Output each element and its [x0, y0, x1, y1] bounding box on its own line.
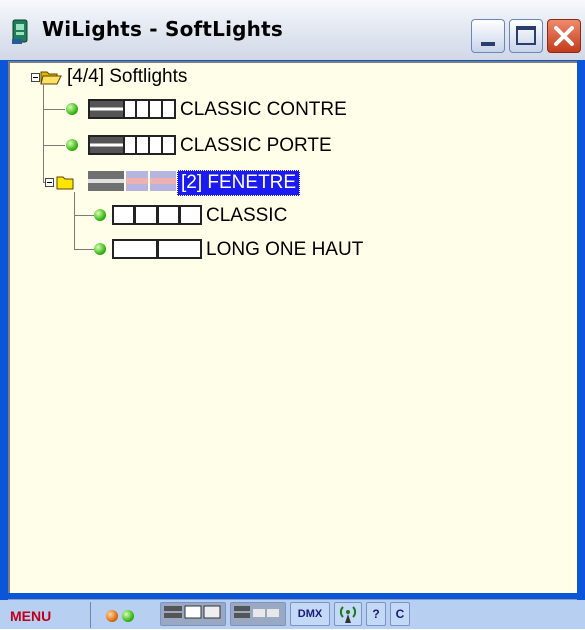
- group-collapse-toggle[interactable]: [45, 178, 54, 187]
- status-orange-icon: [106, 610, 118, 622]
- tree-item-classic-contre[interactable]: CLASSIC CONTRE: [180, 98, 347, 122]
- menu-label: MENU: [10, 608, 52, 624]
- tree-item-long-one-haut[interactable]: LONG ONE HAUT: [206, 238, 363, 262]
- status-green-icon: [66, 103, 78, 115]
- folder-open-icon: [40, 71, 62, 85]
- app-window: WiLights - SoftLights [4/4] Softlights C…: [0, 0, 585, 629]
- close-icon: [554, 26, 574, 46]
- light-strip-icon: [88, 135, 176, 155]
- window-title: WiLights - SoftLights: [42, 17, 283, 41]
- light-strip-icon: [112, 239, 202, 259]
- menu-button[interactable]: MENU: [4, 603, 84, 629]
- help-button[interactable]: ?: [366, 602, 386, 626]
- folder-icon: [56, 176, 74, 190]
- wireless-button[interactable]: [334, 602, 362, 626]
- light-strip-icon: [112, 205, 202, 225]
- app-icon: [12, 19, 28, 44]
- status-green-icon: [66, 139, 78, 151]
- close-button[interactable]: [547, 19, 581, 53]
- light-strip-icon: [88, 171, 176, 191]
- bottom-toolbar: MENU DMX ? C: [0, 600, 585, 629]
- dmx-button[interactable]: DMX: [290, 602, 330, 626]
- maximize-button[interactable]: [509, 19, 543, 53]
- light-strip-icon: [234, 606, 279, 618]
- light-strip-icon: [88, 99, 176, 119]
- minimize-button[interactable]: [471, 19, 505, 53]
- tree-item-fenetre[interactable]: [2] FENETRE: [177, 170, 301, 196]
- title-bar[interactable]: WiLights - SoftLights: [0, 0, 585, 60]
- status-green-icon: [94, 243, 106, 255]
- status-lights-button[interactable]: [100, 606, 154, 626]
- c-button[interactable]: C: [390, 602, 410, 626]
- status-green-icon: [122, 610, 134, 622]
- tree-view[interactable]: [4/4] Softlights CLASSIC CONTRE CLASSIC …: [8, 61, 577, 593]
- tree-item-classic[interactable]: CLASSIC: [206, 204, 287, 228]
- strip-view-button-1[interactable]: [160, 602, 226, 626]
- strip-view-button-2[interactable]: [230, 602, 286, 626]
- tree-root-label[interactable]: [4/4] Softlights: [67, 65, 187, 89]
- help-label: ?: [372, 607, 380, 621]
- status-green-icon: [94, 209, 106, 221]
- tree-item-classic-porte[interactable]: CLASSIC PORTE: [180, 134, 332, 158]
- root-collapse-toggle[interactable]: [31, 73, 40, 82]
- antenna-icon: [339, 606, 357, 623]
- light-strip-icon: [164, 605, 221, 619]
- dmx-label: DMX: [297, 608, 323, 620]
- c-label: C: [395, 607, 405, 621]
